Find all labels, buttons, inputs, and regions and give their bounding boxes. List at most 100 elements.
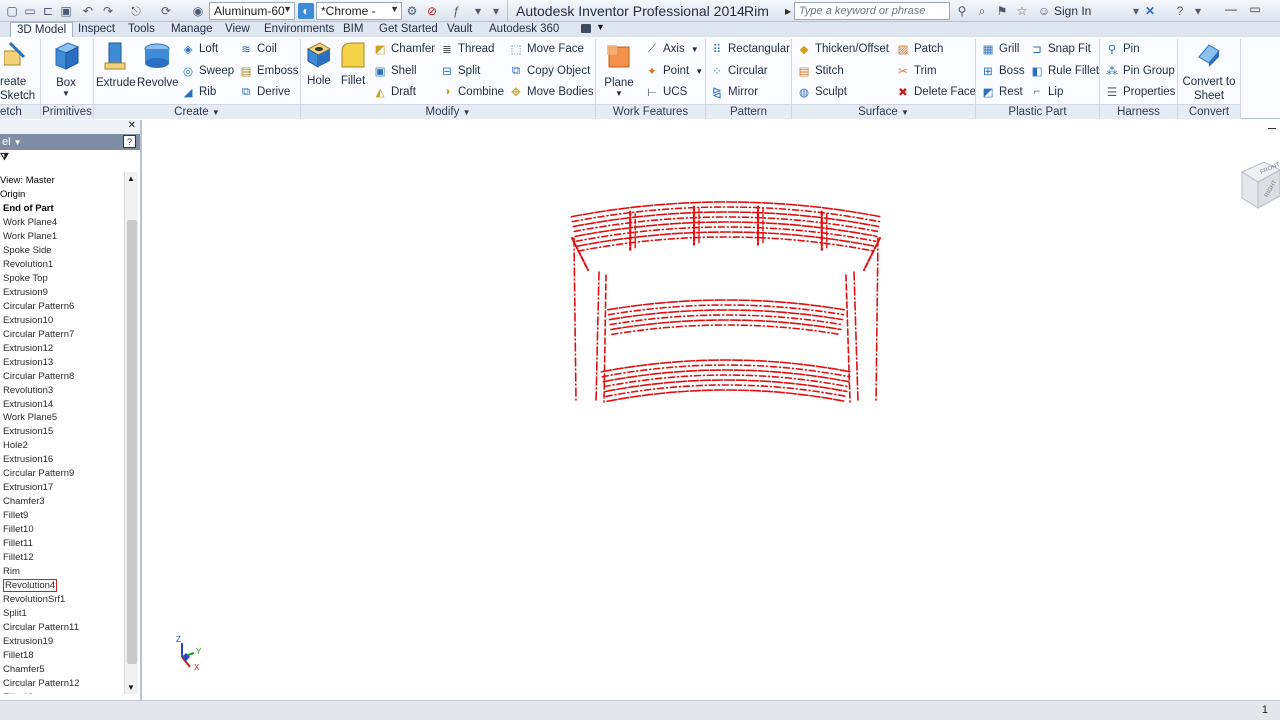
tree-node[interactable]: Chamfer3 [0, 495, 124, 509]
create-sketch-button[interactable]: reate Sketch [0, 41, 35, 103]
thread-button[interactable]: ≣ Thread [440, 42, 494, 56]
panel-toggle-icon[interactable] [581, 24, 591, 33]
boss-button[interactable]: ⊞ Boss [981, 64, 1024, 78]
combine-button[interactable]: ◑ Combine [440, 85, 505, 99]
emboss-button[interactable]: ▤ Emboss [239, 64, 299, 78]
tree-node[interactable]: View: Master [0, 174, 124, 188]
close-icon[interactable]: ✕ [128, 120, 136, 131]
tab-manage[interactable]: Manage [165, 22, 219, 37]
split-button[interactable]: ⊟ Split [440, 64, 480, 78]
rule-fillet-button[interactable]: ◧ Rule Fillet [1030, 64, 1100, 78]
material-select[interactable]: Aluminum-60 ▼ [209, 2, 295, 20]
favorites-icon[interactable]: ☆ [1014, 3, 1030, 19]
tree-node[interactable]: Extrusion17 [0, 481, 124, 495]
adjust-icon[interactable]: ⚙ [404, 3, 420, 19]
binoculars-icon[interactable]: ⚲ [954, 3, 970, 19]
ucs-button[interactable]: ⊢ UCS [645, 85, 687, 99]
loft-button[interactable]: ◈ Loft [181, 42, 219, 56]
rib-button[interactable]: ◢ Rib [181, 85, 217, 99]
delete-face-button[interactable]: ✖ Delete Face [896, 85, 976, 99]
tree-node[interactable]: Circular Pattern9 [0, 467, 124, 481]
panel-title-modify[interactable]: Modify ▼ [301, 104, 595, 119]
trim-button[interactable]: ✂ Trim [896, 64, 936, 78]
new-icon[interactable]: ▢ [4, 3, 20, 19]
extrude-button[interactable]: Extrude [96, 41, 136, 89]
tree-node[interactable]: Split1 [0, 607, 124, 621]
maximize-button[interactable]: ▭ [1244, 0, 1266, 18]
tree-node[interactable]: Circular Pattern8 [0, 370, 124, 384]
tree-node[interactable]: Circular Pattern7 [0, 328, 124, 342]
open-folder-icon[interactable]: ⊏ [40, 3, 56, 19]
tree-node[interactable]: Fillet12 [0, 551, 124, 565]
tree-node[interactable]: Origin [0, 188, 124, 202]
coil-button[interactable]: ≋ Coil [239, 42, 277, 56]
tree-node[interactable]: Work Plane5 [0, 411, 124, 425]
sign-in-link[interactable]: Sign In [1054, 4, 1091, 18]
move-bodies-button[interactable]: ✥ Move Bodies [509, 85, 593, 99]
tab-3d-model[interactable]: 3D Model [10, 22, 74, 37]
panel-title-create[interactable]: Create ▼ [94, 104, 300, 119]
tree-node[interactable]: Work Plane4 [0, 216, 124, 230]
search-input[interactable]: Type a keyword or phrase [794, 2, 950, 20]
tab-tools[interactable]: Tools [122, 22, 161, 37]
tree-node[interactable]: Fillet19 [0, 691, 124, 694]
minimize-button[interactable]: — [1220, 0, 1242, 18]
tree-node[interactable]: Revolution1 [0, 258, 124, 272]
derive-button[interactable]: ⧉ Derive [239, 85, 290, 99]
open-icon[interactable]: ▭ [22, 3, 38, 19]
fx-icon[interactable]: ƒ [448, 3, 464, 19]
axis-button[interactable]: ⟋ Axis ▼ [645, 42, 699, 56]
rest-button[interactable]: ◩ Rest [981, 85, 1023, 99]
patch-button[interactable]: ▨ Patch [896, 42, 944, 56]
stitch-button[interactable]: ▤ Stitch [797, 64, 844, 78]
copy-object-button[interactable]: ⧉ Copy Object [509, 64, 590, 78]
lip-button[interactable]: ⌐ Lip [1030, 85, 1064, 99]
rectangular-pattern-button[interactable]: ⠿ Rectangular [710, 42, 790, 56]
revolve-button[interactable]: Revolve [137, 41, 179, 89]
tab-bim[interactable]: BIM [337, 22, 369, 37]
tree-node[interactable]: Extrusion10 [0, 314, 124, 328]
search-icon[interactable]: ⌕ [974, 3, 990, 19]
tree-node[interactable]: Rim [0, 565, 124, 579]
tree-node[interactable]: Fillet18 [0, 649, 124, 663]
tree-node[interactable]: Extrusion9 [0, 286, 124, 300]
tree-node[interactable]: Work Plane1 [0, 230, 124, 244]
chevron-down-icon[interactable]: ▾ [1190, 3, 1206, 19]
scroll-up-icon[interactable]: ▲ [127, 174, 135, 183]
tree-node[interactable]: Circular Pattern6 [0, 300, 124, 314]
tree-node[interactable]: Fillet10 [0, 523, 124, 537]
save-icon[interactable]: ▣ [58, 3, 74, 19]
tree-node[interactable]: Revolution3 [0, 384, 124, 398]
sweep-button[interactable]: ◎ Sweep [181, 64, 234, 78]
tab-environments[interactable]: Environments [258, 22, 340, 37]
color-wheel-icon[interactable]: ◉ [190, 3, 206, 19]
appearance-select[interactable]: *Chrome - ▼ [316, 2, 402, 20]
exchange-icon[interactable]: ✕ [1142, 3, 1158, 19]
properties-button[interactable]: ☰ Properties [1105, 85, 1176, 99]
tab-view[interactable]: View [219, 22, 256, 37]
tree-node[interactable]: Extrusion16 [0, 453, 124, 467]
tree-node[interactable]: Extrusion19 [0, 635, 124, 649]
filter-icon[interactable]: ⧩ [0, 152, 9, 163]
grill-button[interactable]: ▦ Grill [981, 42, 1020, 56]
sculpt-button[interactable]: ◍ Sculpt [797, 85, 847, 99]
customize-icon[interactable]: ▾ [488, 3, 504, 19]
tree-node[interactable]: Extrusion14 [0, 398, 124, 412]
chevron-down-icon[interactable]: ▼ [596, 22, 605, 32]
tree-node[interactable]: End of Part [0, 202, 124, 216]
browser-header[interactable]: el ▼ ? [0, 134, 140, 150]
tree-node[interactable]: Circular Pattern12 [0, 677, 124, 691]
tree-node[interactable]: Hole2 [0, 439, 124, 453]
pin-group-button[interactable]: ⁂ Pin Group [1105, 64, 1175, 78]
tree-node[interactable]: Fillet9 [0, 509, 124, 523]
tree-node[interactable]: Circular Pattern11 [0, 621, 124, 635]
chamfer-button[interactable]: ◩ Chamfer [373, 42, 436, 56]
graphics-window[interactable]: FRONT RIGHT Z Y X [144, 120, 1280, 700]
tree-node[interactable]: Revolution4 [0, 579, 124, 593]
scroll-thumb[interactable] [127, 220, 137, 664]
update-icon[interactable]: ⟳ [158, 3, 174, 19]
snap-fit-button[interactable]: ⊐ Snap Fit [1030, 42, 1091, 56]
tree-node[interactable]: Spoke Top [0, 272, 124, 286]
user-icon[interactable]: ☺ [1036, 3, 1052, 19]
tab-inspect[interactable]: Inspect [72, 22, 121, 37]
